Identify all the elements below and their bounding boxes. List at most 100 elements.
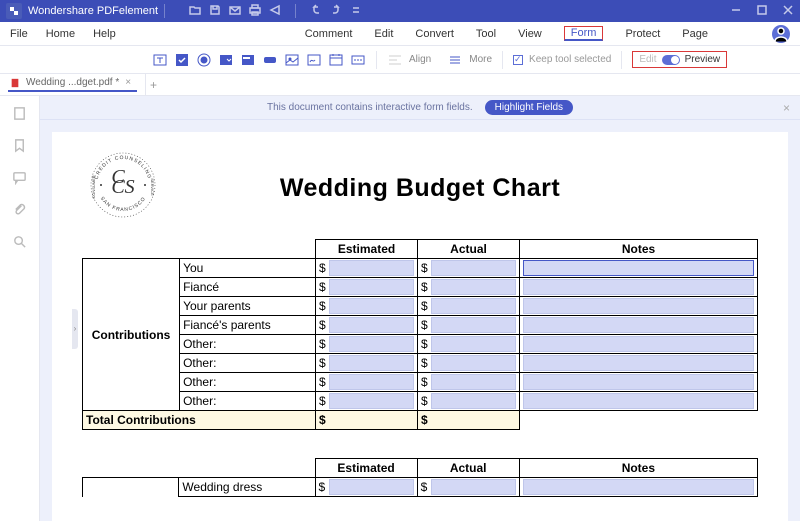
row-fianceparents: Fiancé's parents — [180, 316, 316, 335]
estimated-other2-field[interactable] — [329, 355, 414, 371]
actual-you-field[interactable] — [431, 260, 516, 276]
text-field-icon[interactable] — [152, 52, 168, 68]
menu-view[interactable]: View — [518, 26, 542, 42]
edit-preview-toggle[interactable] — [662, 55, 680, 65]
close-notice-icon[interactable]: × — [783, 101, 790, 115]
edit-mode-label[interactable]: Edit — [639, 54, 656, 65]
actual-fianceparents-field[interactable] — [431, 317, 516, 333]
date-field-icon[interactable] — [328, 52, 344, 68]
align-icon[interactable] — [387, 52, 403, 68]
notes-other3-field[interactable] — [523, 374, 754, 390]
pdf-page: CREDIT COUNSELING SAN FRANCISCO CONSUMER… — [52, 132, 788, 521]
new-tab-button[interactable]: + — [145, 74, 161, 95]
more-label[interactable]: More — [469, 54, 492, 65]
notes-dress-field[interactable] — [523, 479, 754, 495]
estimated-you-field[interactable] — [329, 260, 414, 276]
align-label: Align — [409, 54, 431, 65]
share-icon[interactable] — [269, 4, 281, 19]
contributions-table: Estimated Actual Notes Contributions You… — [82, 239, 758, 430]
preview-mode-label[interactable]: Preview — [685, 54, 721, 65]
minimize-icon[interactable] — [730, 4, 742, 19]
row-other1: Other: — [180, 335, 316, 354]
row-you: You — [180, 259, 316, 278]
notes-other2-field[interactable] — [523, 355, 754, 371]
estimated-other1-field[interactable] — [329, 336, 414, 352]
notes-you-field[interactable] — [523, 260, 754, 276]
mail-icon[interactable] — [229, 4, 241, 19]
menu-file[interactable]: File — [10, 26, 28, 42]
notes-fianceparents-field[interactable] — [523, 317, 754, 333]
menu-page[interactable]: Page — [682, 26, 708, 42]
notice-text: This document contains interactive form … — [267, 102, 473, 113]
combo-icon[interactable] — [218, 52, 234, 68]
actual-other1-field[interactable] — [431, 336, 516, 352]
comments-icon[interactable] — [12, 170, 27, 188]
document-tab-name: Wedding ...dget.pdf * — [26, 77, 119, 88]
search-icon[interactable] — [12, 234, 27, 252]
svg-text:CONSUMER: CONSUMER — [91, 175, 96, 198]
keep-tool-checkbox[interactable] — [513, 55, 523, 65]
radio-icon[interactable] — [196, 52, 212, 68]
actual-yourparents-field[interactable] — [431, 298, 516, 314]
button-icon[interactable] — [262, 52, 278, 68]
menu-form[interactable]: Form — [564, 26, 604, 41]
panel-collapser[interactable]: › — [72, 309, 78, 349]
form-toolbar: Align More Keep tool selected Edit Previ… — [0, 46, 800, 74]
document-area: › This document contains interactive for… — [40, 96, 800, 521]
actual-other2-field[interactable] — [431, 355, 516, 371]
col-notes2: Notes — [519, 459, 757, 478]
estimated-fianceparents-field[interactable] — [329, 317, 414, 333]
row-other2: Other: — [180, 354, 316, 373]
menu-tool[interactable]: Tool — [476, 26, 496, 42]
side-panel — [0, 96, 40, 521]
menu-help[interactable]: Help — [93, 26, 116, 42]
col-actual2: Actual — [417, 459, 519, 478]
more-icon[interactable] — [447, 52, 463, 68]
signature-icon[interactable] — [306, 52, 322, 68]
checkbox-icon[interactable] — [174, 52, 190, 68]
highlight-fields-button[interactable]: Highlight Fields — [485, 100, 573, 115]
estimated-fiance-field[interactable] — [329, 279, 414, 295]
notes-other1-field[interactable] — [523, 336, 754, 352]
estimated-other4-field[interactable] — [329, 393, 414, 409]
notes-fiance-field[interactable] — [523, 279, 754, 295]
document-logo: CREDIT COUNSELING SAN FRANCISCO CONSUMER… — [88, 150, 158, 220]
col-notes: Notes — [520, 240, 758, 259]
thumbnails-icon[interactable] — [12, 106, 27, 124]
actual-dress-field[interactable] — [431, 479, 516, 495]
estimated-yourparents-field[interactable] — [329, 298, 414, 314]
redo-icon[interactable] — [330, 4, 342, 19]
document-tab[interactable]: Wedding ...dget.pdf * × — [8, 77, 137, 92]
recognize-icon[interactable] — [350, 52, 366, 68]
menu-edit[interactable]: Edit — [374, 26, 393, 42]
maximize-icon[interactable] — [756, 4, 768, 19]
col-estimated: Estimated — [316, 240, 418, 259]
total-estimated: $ — [316, 411, 418, 430]
row-other3: Other: — [180, 373, 316, 392]
actual-other3-field[interactable] — [431, 374, 516, 390]
edit-preview-group: Edit Preview — [632, 51, 727, 68]
bookmarks-icon[interactable] — [12, 138, 27, 156]
actual-other4-field[interactable] — [431, 393, 516, 409]
estimated-dress-field[interactable] — [329, 479, 414, 495]
dropdown-icon[interactable] — [350, 4, 362, 19]
notes-yourparents-field[interactable] — [523, 298, 754, 314]
menu-convert[interactable]: Convert — [415, 26, 454, 42]
user-avatar-icon[interactable] — [772, 25, 790, 43]
estimated-other3-field[interactable] — [329, 374, 414, 390]
undo-icon[interactable] — [310, 4, 322, 19]
image-field-icon[interactable] — [284, 52, 300, 68]
listbox-icon[interactable] — [240, 52, 256, 68]
save-icon[interactable] — [209, 4, 221, 19]
close-tab-icon[interactable]: × — [125, 77, 131, 88]
menu-protect[interactable]: Protect — [625, 26, 660, 42]
print-icon[interactable] — [249, 4, 261, 19]
close-icon[interactable] — [782, 4, 794, 19]
menu-comment[interactable]: Comment — [305, 26, 353, 42]
open-folder-icon[interactable] — [189, 4, 201, 19]
menu-home[interactable]: Home — [46, 26, 75, 42]
actual-fiance-field[interactable] — [431, 279, 516, 295]
svg-text:C: C — [111, 166, 125, 188]
attachments-icon[interactable] — [12, 202, 27, 220]
notes-other4-field[interactable] — [523, 393, 754, 409]
